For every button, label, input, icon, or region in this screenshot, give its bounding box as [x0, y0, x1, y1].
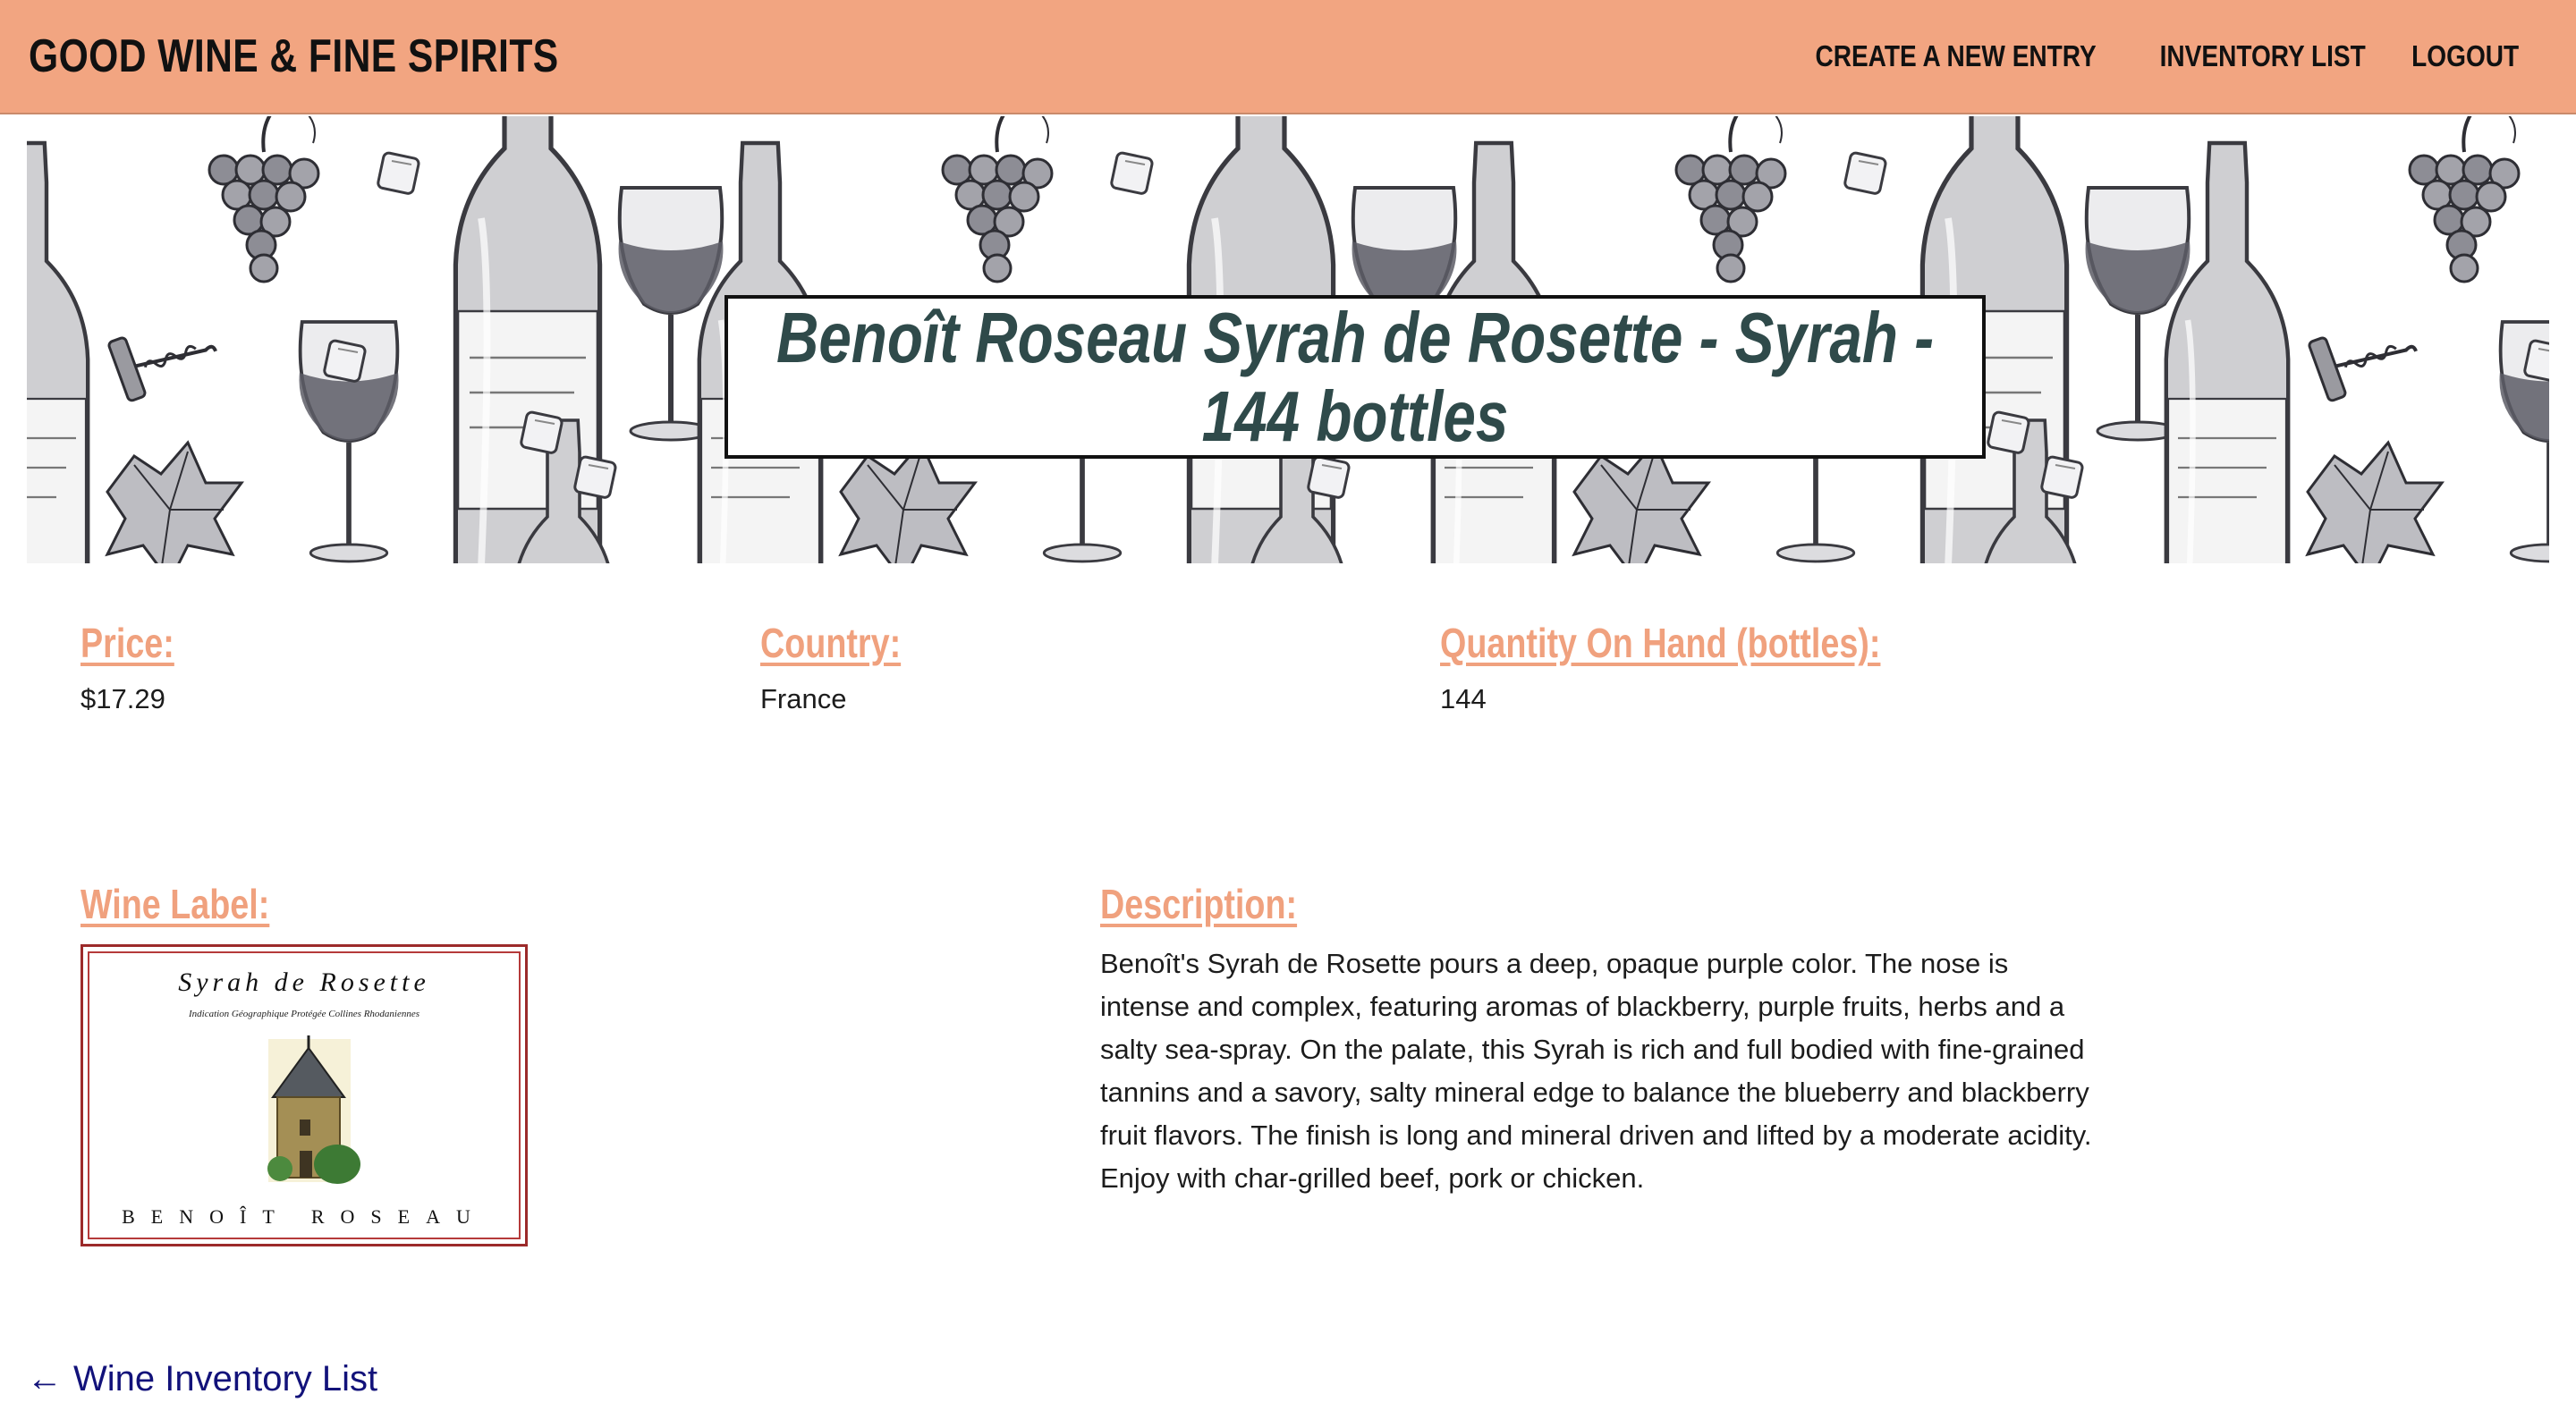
nav-logout-link[interactable]: LOGOUT [2411, 39, 2519, 73]
country-value: France [760, 683, 847, 714]
price-field: Price: $17.29 [80, 619, 195, 715]
left-arrow-icon: ← [27, 1359, 63, 1398]
banner-illustration: Benoît Roseau Syrah de Rosette - Syrah -… [27, 116, 2549, 563]
page-title-box: Benoît Roseau Syrah de Rosette - Syrah -… [724, 295, 1986, 459]
quantity-field: Quantity On Hand (bottles): 144 [1440, 619, 1978, 715]
description-label: Description: [1100, 881, 1298, 927]
nav-create-entry-link[interactable]: CREATE A NEW ENTRY [1816, 39, 2097, 73]
tower-illustration [267, 1035, 360, 1184]
wine-label-title: Syrah de Rosette [178, 967, 430, 997]
back-to-inventory-link[interactable]: ← Wine Inventory List [27, 1359, 377, 1399]
back-link-label: Wine Inventory List [73, 1359, 378, 1398]
country-label: Country: [760, 620, 902, 666]
wine-label-subtitle: Indication Géographique Protégée Colline… [188, 1009, 420, 1019]
brand-logo[interactable]: GOOD WINE & FINE SPIRITS [29, 30, 559, 83]
quantity-value: 144 [1440, 683, 1487, 714]
wine-label-frame: Syrah de Rosette Indication Géographique… [88, 951, 521, 1239]
nav-inventory-list-link[interactable]: INVENTORY LIST [2160, 39, 2366, 73]
nav-links: CREATE A NEW ENTRY INVENTORY LIST LOGOUT [1739, 39, 2519, 73]
price-label: Price: [80, 620, 174, 666]
wine-label-image: Syrah de Rosette Indication Géographique… [80, 944, 528, 1246]
description-field: Description: Benoît's Syrah de Rosette p… [1100, 880, 2102, 1200]
price-value: $17.29 [80, 683, 165, 714]
wine-label-field: Wine Label: Syrah de Rosette Indication … [80, 880, 528, 1246]
navbar: GOOD WINE & FINE SPIRITS CREATE A NEW EN… [0, 0, 2576, 114]
country-field: Country: France [760, 619, 932, 715]
wine-label-heading: Wine Label: [80, 881, 270, 927]
quantity-label: Quantity On Hand (bottles): [1440, 620, 1881, 666]
page-title: Benoît Roseau Syrah de Rosette - Syrah -… [775, 297, 1935, 456]
wine-label-producer: BENOÎT ROSEAU [122, 1205, 487, 1228]
description-text: Benoît's Syrah de Rosette pours a deep, … [1100, 948, 2092, 1194]
